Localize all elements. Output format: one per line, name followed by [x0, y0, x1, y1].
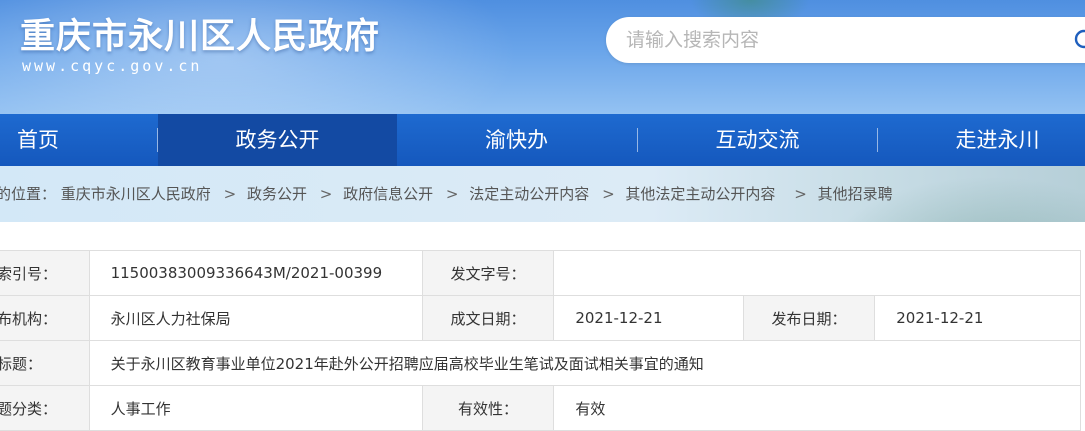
- site-url: www.cqyc.gov.cn: [22, 57, 203, 75]
- title-label: 标题：: [0, 340, 90, 386]
- title-value: 关于永川区教育事业单位2021年赴外公开招聘应届高校毕业生笔试及面试相关事宜的通…: [88, 340, 1082, 386]
- document-number-value: [553, 250, 1081, 296]
- breadcrumb-separator: >: [319, 185, 333, 203]
- search-icon[interactable]: [1072, 28, 1085, 52]
- search-input[interactable]: [626, 17, 1046, 63]
- breadcrumb-separator: >: [794, 185, 807, 203]
- breadcrumb-item-current[interactable]: 其他招录聘: [818, 185, 893, 203]
- publisher-value: 永川区人力社保局: [88, 295, 423, 341]
- site-header: 重庆市永川区人民政府 www.cqyc.gov.cn: [0, 0, 1085, 114]
- nav-item-interaction[interactable]: 互动交流: [638, 114, 877, 166]
- table-row: 索引号： 11500383009336643M/2021-00399 发文字号：: [0, 250, 1081, 296]
- topic-category-label: 题分类：: [0, 385, 90, 431]
- document-number-label: 发文字号：: [421, 250, 555, 296]
- breadcrumb-item[interactable]: 法定主动公开内容: [469, 185, 589, 203]
- table-row: 布机构： 永川区人力社保局 成文日期： 2021-12-21 发布日期： 202…: [0, 295, 1081, 341]
- breadcrumb-separator: >: [445, 185, 459, 203]
- breadcrumb-item[interactable]: 政府信息公开: [343, 185, 433, 203]
- document-info-table: 索引号： 11500383009336643M/2021-00399 发文字号：…: [0, 250, 1082, 431]
- validity-value: 有效: [553, 385, 1081, 431]
- table-row: 标题： 关于永川区教育事业单位2021年赴外公开招聘应届高校毕业生笔试及面试相关…: [0, 340, 1082, 386]
- nav-item-about-yongchuan[interactable]: 走进永川: [878, 114, 1085, 166]
- validity-label: 有效性：: [421, 385, 555, 431]
- publish-date-label: 发布日期：: [742, 295, 876, 341]
- breadcrumb-separator: >: [602, 185, 615, 203]
- search-box[interactable]: [606, 17, 1085, 63]
- breadcrumb: 的位置： 重庆市永川区人民政府 > 政务公开 > 政府信息公开 > 法定主动公开…: [0, 166, 893, 222]
- breadcrumb-bar: 的位置： 重庆市永川区人民政府 > 政务公开 > 政府信息公开 > 法定主动公开…: [0, 166, 1085, 222]
- table-row: 题分类： 人事工作 有效性： 有效: [0, 385, 1081, 431]
- breadcrumb-separator: >: [223, 185, 237, 203]
- publisher-label: 布机构：: [0, 295, 90, 341]
- created-date-value: 2021-12-21: [553, 295, 744, 341]
- breadcrumb-item[interactable]: 重庆市永川区人民政府: [61, 185, 211, 203]
- created-date-label: 成文日期：: [421, 295, 555, 341]
- main-nav: 首页 政务公开 渝快办 互动交流 走进永川: [0, 114, 1085, 166]
- nav-item-home[interactable]: 首页: [0, 114, 76, 166]
- topic-category-value: 人事工作: [88, 385, 423, 431]
- site-title[interactable]: 重庆市永川区人民政府: [20, 8, 380, 59]
- publish-date-value: 2021-12-21: [874, 295, 1081, 341]
- breadcrumb-item[interactable]: 政务公开: [247, 185, 307, 203]
- index-number-value: 11500383009336643M/2021-00399: [88, 250, 423, 296]
- breadcrumb-item[interactable]: 其他法定主动公开内容: [625, 185, 775, 203]
- breadcrumb-prefix: 的位置：: [0, 185, 57, 203]
- nav-item-yukuaiban[interactable]: 渝快办: [397, 114, 636, 166]
- index-number-label: 索引号：: [0, 250, 90, 296]
- nav-item-government-affairs[interactable]: 政务公开: [158, 114, 397, 166]
